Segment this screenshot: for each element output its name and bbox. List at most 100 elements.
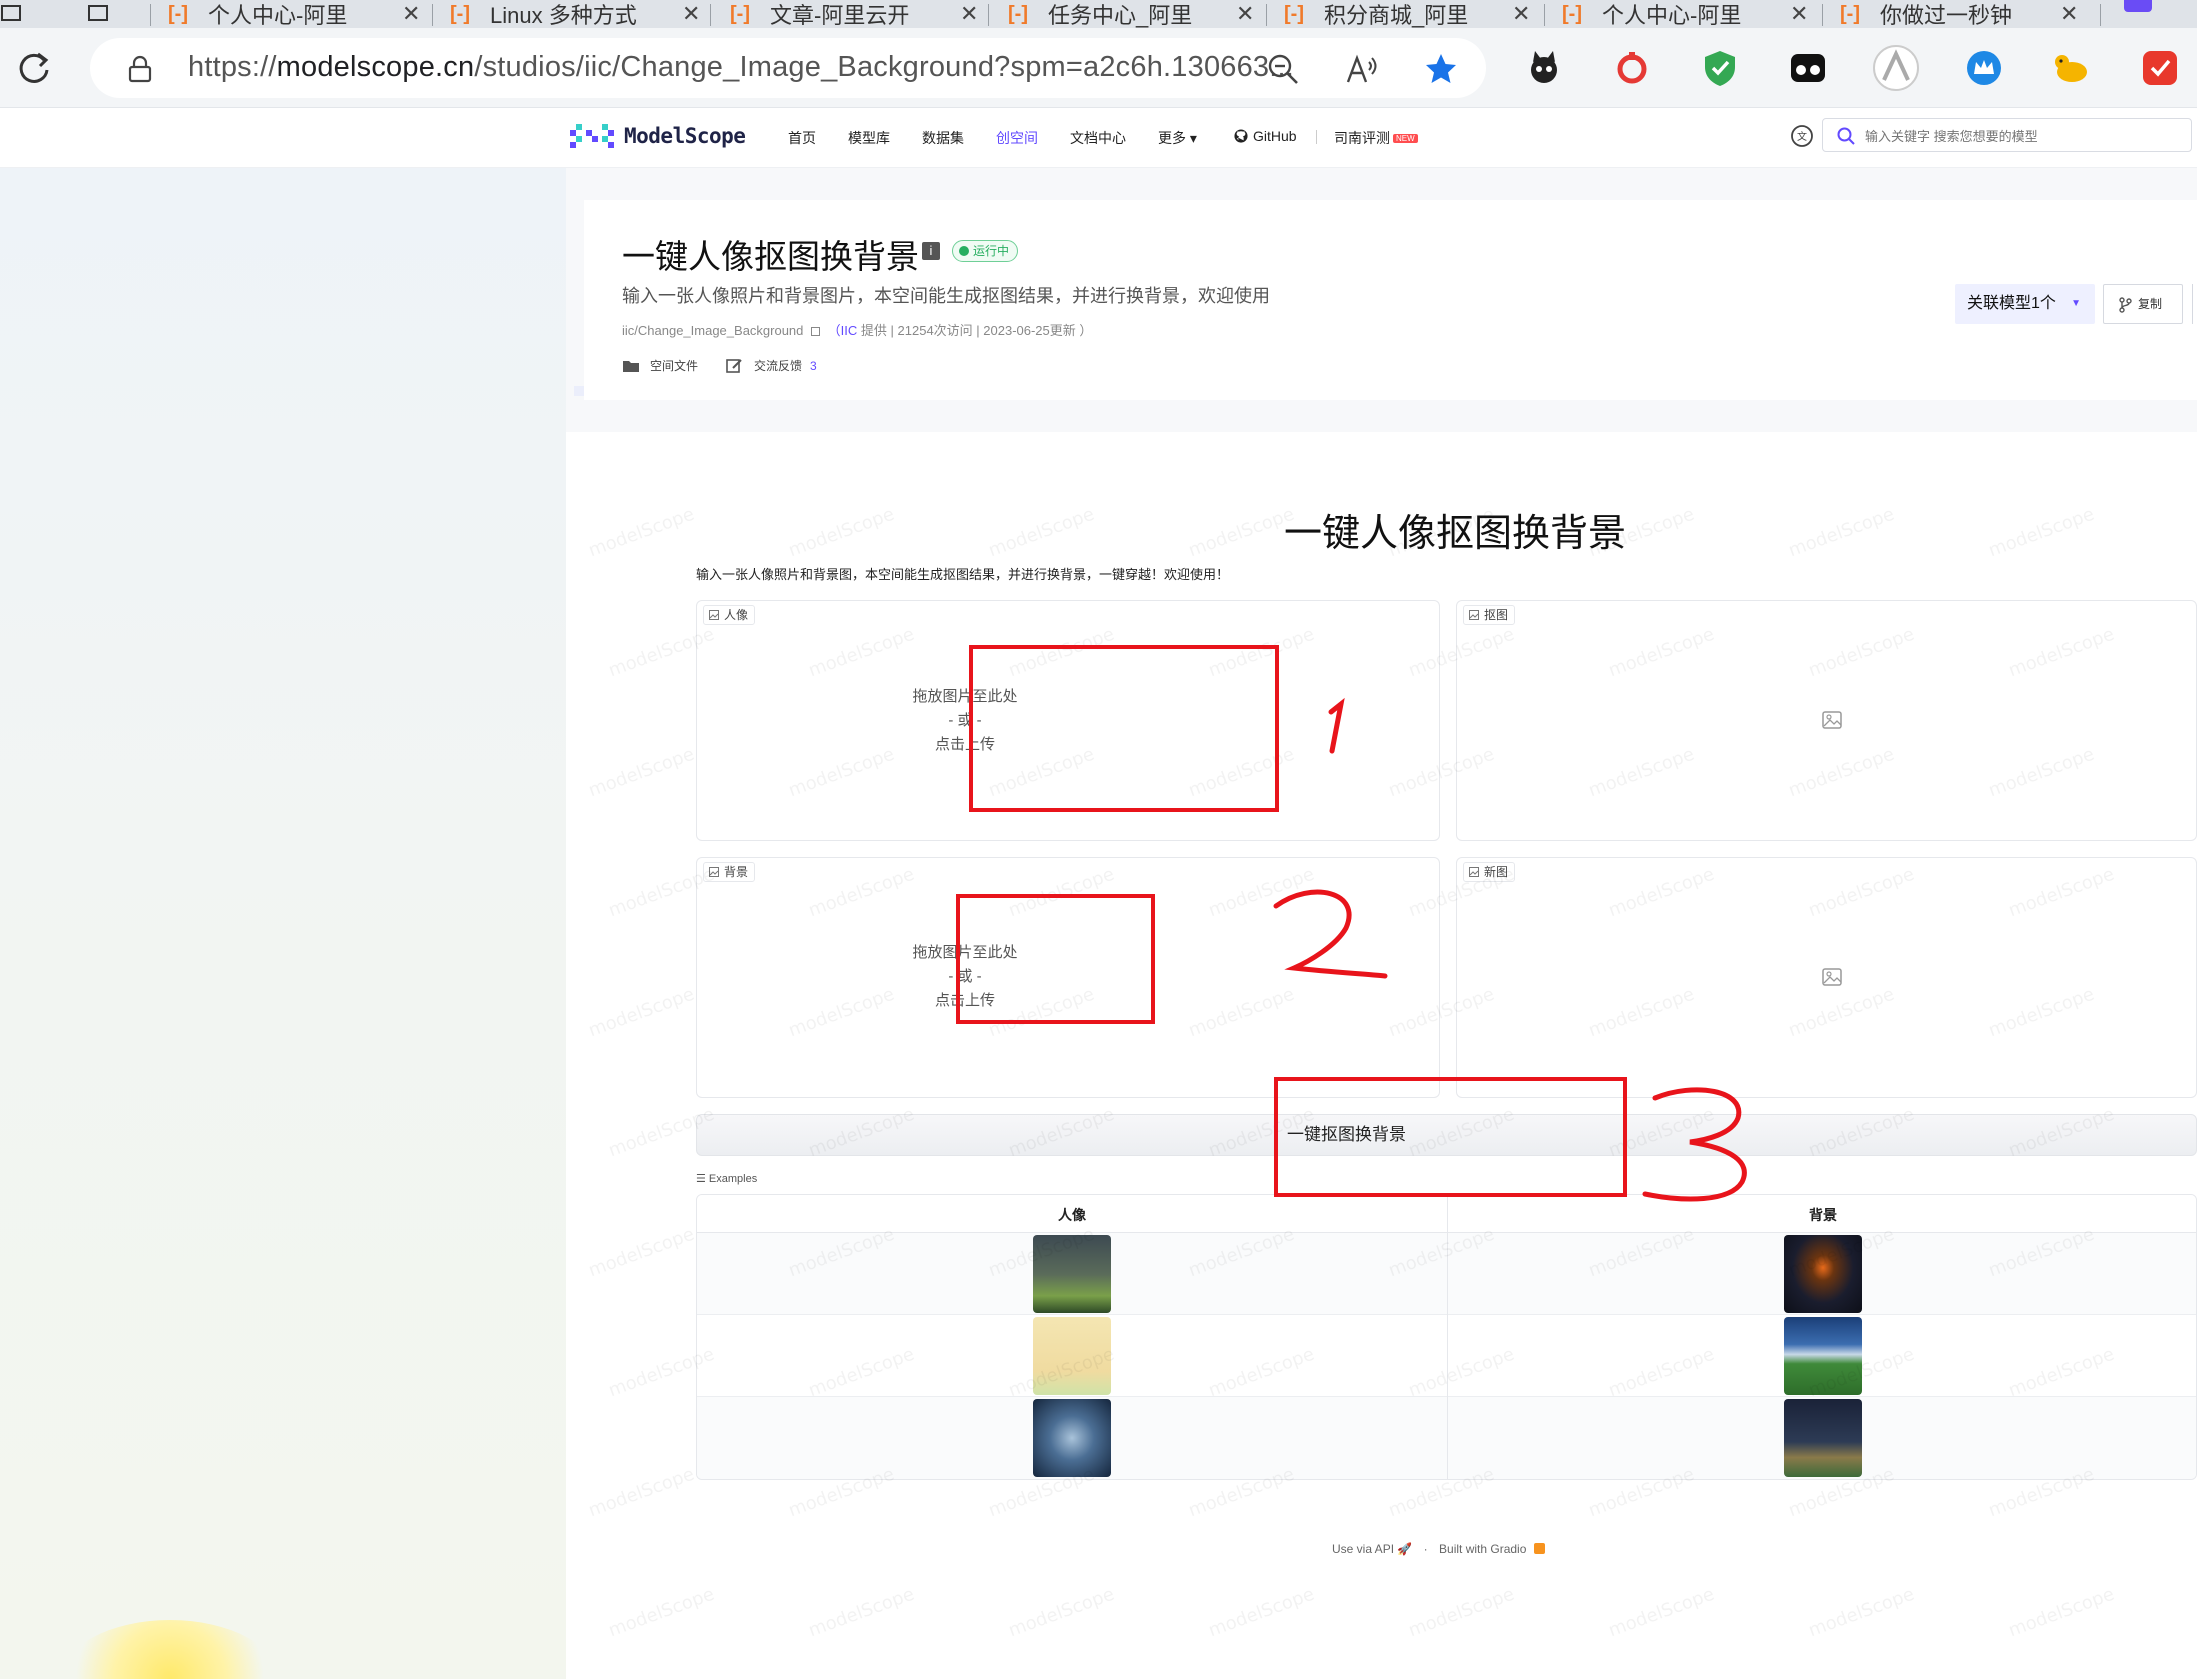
image-placeholder-icon [1822,968,1842,986]
tab-close-icon[interactable]: ✕ [672,0,702,28]
annotation-box-background [956,894,1155,1024]
browser-tab[interactable]: [-] 个人中心-阿里 [168,0,428,28]
red-ring-extension-icon[interactable] [1612,48,1652,88]
watermark-text: modelScope [1205,1583,1318,1642]
search-icon [1837,127,1855,145]
tab-close-icon[interactable]: ✕ [1502,0,1532,28]
feedback-count: 3 [810,358,817,373]
svg-text:文: 文 [1797,130,1807,143]
nav-studios[interactable]: 创空间 [996,128,1038,148]
browser-tab[interactable]: [-] Linux 多种方式 [450,0,690,28]
fork-icon [2119,297,2132,313]
tab-close-icon[interactable]: ✕ [1780,0,1810,28]
built-with-gradio-link[interactable]: Built with Gradio [1439,1542,1545,1556]
gradio-app: 一键人像抠图换背景 输入一张人像照片和背景图，本空间能生成抠图结果，并进行换背景… [566,432,2197,1679]
status-badge: 运行中 [952,240,1019,262]
browser-toolbar: https://modelscope.cn/studios/iic/Change… [0,28,2197,108]
list-icon: ☰ [696,1173,709,1185]
zoom-out-icon[interactable] [1266,52,1300,86]
site-navbar: ModelScope 首页 模型库 数据集 创空间 文档中心 更多 ▾ GitH… [0,108,2197,168]
edit-icon [726,358,742,373]
image-placeholder-icon [1822,711,1842,729]
tab-close-icon[interactable]: ✕ [950,0,980,28]
watermark-text: modelScope [1005,1583,1118,1642]
browser-tab[interactable]: [-] 文章-阿里云开 [730,0,950,28]
red-app-extension-icon[interactable] [2140,48,2180,88]
studio-links: 空间文件 交流反馈 3 [622,357,845,374]
brand-name: ModelScope [624,124,746,148]
watermark-text: modelScope [805,1583,918,1642]
glasses-extension-icon[interactable] [1788,48,1828,88]
favorite-star-icon[interactable] [1424,52,1458,86]
cat-yellow-extension-icon[interactable] [2052,48,2092,88]
cat-extension-icon[interactable] [1524,48,1564,88]
nav-docs[interactable]: 文档中心 [1070,128,1126,148]
modelscope-logo-icon [570,124,614,148]
tab-close-icon[interactable]: ✕ [1226,0,1256,28]
use-via-api-link[interactable]: Use via API 🚀 [1332,1542,1412,1556]
more-button-edge[interactable] [2192,284,2197,324]
space-files-link[interactable]: 空间文件 [622,357,698,374]
studio-description: 输入一张人像照片和背景图片，本空间能生成抠图结果，并进行换背景，欢迎使用 [622,286,1270,306]
watermark-text: modelScope [1405,1583,1518,1642]
browser-tab[interactable]: [-] 任务中心_阿里 [1008,0,1228,28]
address-bar[interactable]: https://modelscope.cn/studios/iic/Change… [90,38,1486,98]
watermark-text: modelScope [585,1463,698,1522]
image-icon [1469,610,1479,620]
folder-icon [623,360,639,372]
copy-repo-icon[interactable] [811,327,821,336]
tab-close-icon[interactable]: ✕ [392,0,422,28]
url-text: https://modelscope.cn/studios/iic/Change… [188,51,1295,83]
nav-models[interactable]: 模型库 [848,128,890,148]
browser-tab[interactable]: [-] 个人中心-阿里 [1562,0,1782,28]
rocket-icon: 🚀 [1397,1542,1413,1556]
watermark-text: modelScope [585,503,698,562]
new-badge: NEW [1393,134,1418,143]
aliyun-icon: [-] [730,3,750,25]
annotation-box-portrait [969,645,1279,812]
portrait-label: 人像 [703,605,756,625]
language-icon[interactable]: 文 [1790,124,1814,148]
copy-button[interactable]: 复制 [2103,284,2183,324]
read-aloud-icon[interactable] [1344,52,1378,86]
watermark-text: modelScope [585,1223,698,1282]
watermark-text: modelScope [1185,503,1298,562]
example-astronaut-thumbnail[interactable] [1033,1399,1111,1477]
page-background [0,168,566,1679]
browser-tab[interactable]: [-] 积分商城_阿里 [1284,0,1504,28]
watermark-text: modelScope [605,1583,718,1642]
crown-extension-icon[interactable] [1964,48,2004,88]
shield-extension-icon[interactable] [1700,48,1740,88]
matting-label: 抠图 [1463,605,1516,625]
examples-header-portrait: 人像 [1058,1207,1086,1223]
feedback-link[interactable]: 交流反馈 3 [726,357,817,374]
nav-github[interactable]: GitHub [1234,128,1297,144]
repo-name[interactable]: iic/Change_Image_Background [622,323,803,338]
site-search[interactable] [1822,118,2192,152]
window-menu-icon[interactable] [0,0,34,28]
new-tab-icon[interactable] [2124,0,2152,12]
tab-close-icon[interactable]: ✕ [2050,0,2080,28]
example-city-night-thumbnail[interactable] [1784,1399,1862,1477]
related-models-button[interactable]: 关联模型1个 ▼ [1955,284,2095,324]
aliyun-icon: [-] [1840,3,1860,25]
aliyun-icon: [-] [1008,3,1028,25]
browser-tab[interactable]: [-] 你做过一秒钟 [1840,0,2060,28]
watermark-text: modelScope [785,503,898,562]
lock-icon[interactable] [128,55,152,83]
info-icon[interactable]: i [922,242,940,260]
provider-link[interactable]: （IIC [828,323,858,338]
nav-evaluation[interactable]: 司南评测 NEW [1334,128,1418,148]
nav-more[interactable]: 更多 ▾ [1158,128,1197,148]
nav-home[interactable]: 首页 [788,128,816,148]
reload-icon[interactable] [14,48,54,88]
studio-title: 一键人像抠图换背景 [622,238,919,275]
watermark-text: modelScope [2005,1583,2118,1642]
annotation-box-run-button [1274,1077,1627,1197]
modelscope-logo[interactable]: ModelScope [570,122,746,150]
gradio-logo-icon [1533,1543,1545,1554]
nav-datasets[interactable]: 数据集 [922,128,964,148]
search-input[interactable] [1865,125,2175,147]
tab-actions-icon[interactable] [86,0,116,28]
profile-a-extension-icon[interactable] [1872,44,1920,92]
